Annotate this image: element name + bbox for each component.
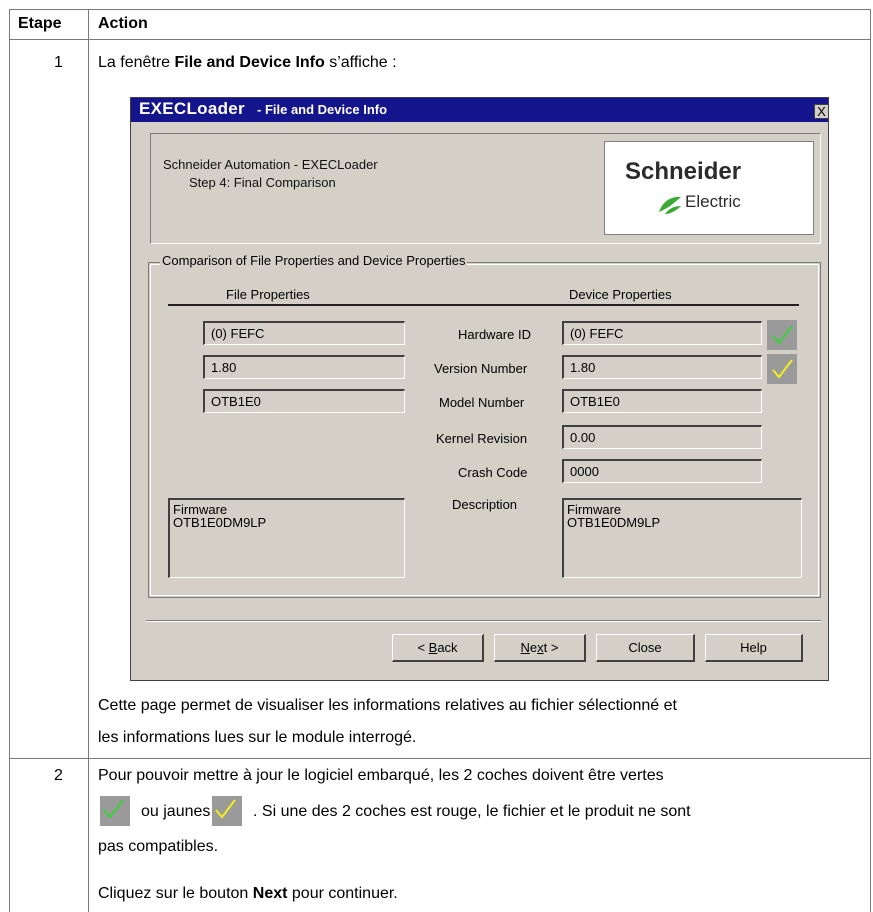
dialog-title-rest: - File and Device Info (257, 102, 388, 117)
help-button[interactable]: Help (705, 634, 803, 662)
step-2-line1: Pour pouvoir mettre à jour le logiciel e… (98, 767, 664, 784)
table-column-divider (88, 9, 89, 912)
step-number-1: 1 (54, 54, 63, 71)
step-2-line2-end: . Si une des 2 coches est rouge, le fich… (253, 803, 691, 820)
device-description-area: Firmware OTB1E0DM9LP (562, 498, 802, 578)
green-check-icon (100, 796, 130, 826)
device-version-number-field: 1.80 (562, 355, 762, 379)
label-crash-code: Crash Code (458, 465, 528, 480)
label-model-number: Model Number (439, 395, 525, 410)
dialog-title-app: EXECLoader (139, 99, 245, 118)
step-1-description-line2: les informations lues sur le module inte… (98, 729, 417, 746)
device-kernel-revision-field: 0.00 (562, 425, 762, 449)
step-2-line4: Cliquez sur le bouton Next pour continue… (98, 885, 398, 902)
properties-separator (168, 304, 799, 306)
table-border-left (9, 9, 10, 912)
close-button[interactable]: Close (596, 634, 695, 662)
step-1-intro: La fenêtre File and Device Info s’affich… (98, 54, 397, 71)
label-kernel-revision: Kernel Revision (436, 431, 528, 446)
logo-sub: Electric (685, 192, 741, 211)
version-number-check-icon (767, 354, 797, 384)
file-properties-heading: File Properties (226, 287, 310, 302)
label-description: Description (452, 497, 518, 512)
device-description-line2: OTB1E0DM9LP (567, 515, 661, 530)
table-row-divider (9, 758, 871, 759)
dialog-title-bar: EXECLoader - File and Device Info (131, 98, 828, 122)
hardware-id-check-icon (767, 320, 797, 350)
window-name: File and Device Info (174, 54, 325, 71)
file-model-number-field: OTB1E0 (203, 389, 405, 413)
header-action: Action (98, 15, 148, 32)
comparison-group-label: Comparison of File Properties and Device… (160, 253, 468, 268)
header-line-2: Step 4: Final Comparison (189, 175, 336, 190)
schneider-leaf-icon (659, 196, 681, 214)
schneider-logo: Schneider Electric (604, 141, 814, 235)
label-version-number: Version Number (434, 361, 528, 376)
device-crash-code-field: 0000 (562, 459, 762, 483)
step-2-line2-mid: ou jaunes (141, 803, 211, 820)
back-button[interactable]: < Back (392, 634, 484, 662)
step-2-line3: pas compatibles. (98, 838, 219, 855)
table-header-divider (9, 39, 871, 40)
step-1-description-line1: Cette page permet de visualiser les info… (98, 697, 677, 714)
next-button[interactable]: Next > (494, 634, 586, 662)
device-properties-heading: Device Properties (569, 287, 672, 302)
file-description-area: Firmware OTB1E0DM9LP (168, 498, 405, 578)
table-border-right (870, 9, 871, 912)
label-hardware-id: Hardware ID (458, 327, 531, 342)
next-keyword: Next (252, 885, 288, 902)
file-description-line2: OTB1E0DM9LP (173, 515, 267, 530)
step-number-2: 2 (54, 767, 63, 784)
header-line-1: Schneider Automation - EXECLoader (163, 157, 378, 172)
buttons-separator (146, 620, 821, 622)
file-hardware-id-field: (0) FEFC (203, 321, 405, 345)
header-etape: Etape (18, 15, 62, 32)
file-version-number-field: 1.80 (203, 355, 405, 379)
yellow-check-icon (212, 796, 242, 826)
device-hardware-id-field: (0) FEFC (562, 321, 762, 345)
table-border-top (9, 9, 871, 10)
logo-brand: Schneider (625, 158, 742, 185)
close-icon[interactable]: X (814, 104, 829, 119)
device-model-number-field: OTB1E0 (562, 389, 762, 413)
